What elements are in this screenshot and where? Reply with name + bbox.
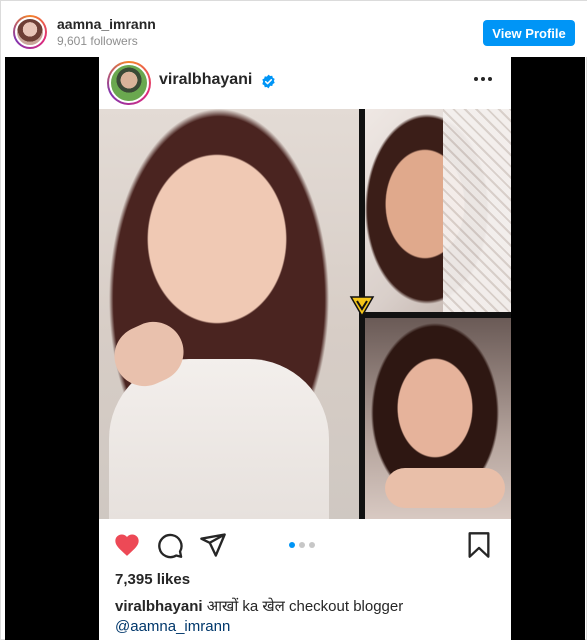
post-author-avatar[interactable] xyxy=(107,61,151,105)
post-header: viralbhayani xyxy=(99,57,511,109)
view-profile-button[interactable]: View Profile xyxy=(483,20,575,46)
post-author-username[interactable]: viralbhayani xyxy=(159,71,252,89)
post-image-collage[interactable] xyxy=(99,109,511,519)
heart-filled-icon[interactable] xyxy=(113,531,141,559)
profile-avatar[interactable] xyxy=(13,15,47,49)
embed-header: aamna_imrann 9,601 followers View Profil… xyxy=(1,1,587,57)
verified-badge-icon xyxy=(262,74,275,89)
comment-icon[interactable] xyxy=(156,531,184,559)
send-icon[interactable] xyxy=(199,531,227,559)
photo-panel-top-right xyxy=(365,109,511,312)
bookmark-icon[interactable] xyxy=(465,531,493,559)
profile-username[interactable]: aamna_imrann xyxy=(57,16,156,32)
caption-mention[interactable]: @aamna_imrann xyxy=(115,618,230,635)
watermark-logo-icon xyxy=(349,296,375,318)
carousel-dot xyxy=(299,542,305,548)
instagram-embed: aamna_imrann 9,601 followers View Profil… xyxy=(0,0,587,640)
caption-text: आखों ka खेल checkout blogger xyxy=(202,598,404,615)
like-count[interactable]: 7,395 likes xyxy=(115,571,190,588)
post-actions xyxy=(99,519,511,571)
photo-panel-left xyxy=(99,109,359,519)
carousel-indicator xyxy=(289,542,319,548)
photo-panel-bottom-right xyxy=(365,318,511,519)
post-caption: viralbhayani आखों ka खेल checkout blogge… xyxy=(115,597,505,637)
caption-username[interactable]: viralbhayani xyxy=(115,598,203,615)
post-card: viralbhayani 7,395 likes viralbhayani आख… xyxy=(99,57,511,640)
carousel-dot xyxy=(309,542,315,548)
more-horizontal-icon[interactable] xyxy=(471,69,495,89)
follower-count: 9,601 followers xyxy=(57,34,138,48)
carousel-dot xyxy=(289,542,295,548)
